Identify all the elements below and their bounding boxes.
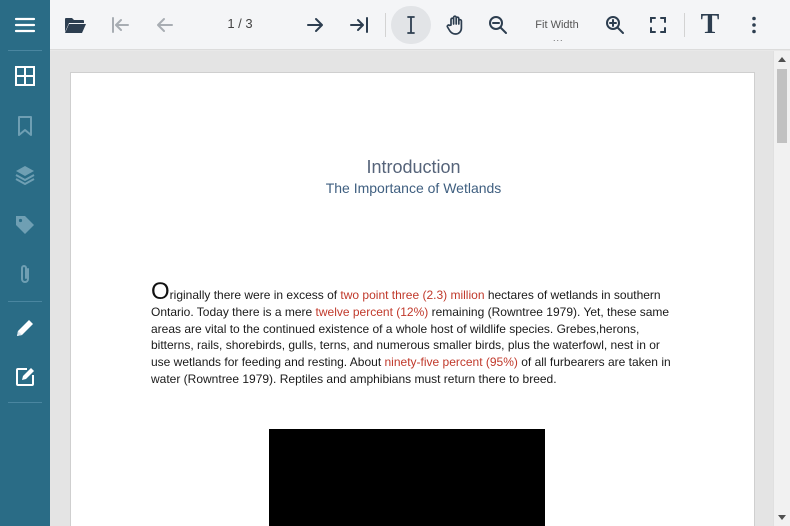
toolbar: 1 / 3 Fit Width ... T [50,0,790,50]
previous-page-icon [157,18,173,32]
drop-cap: O [151,278,170,305]
first-page-icon [112,17,129,33]
highlighted-text: two point three (2.3) million [340,288,485,302]
highlighted-text: twelve percent (12%) [315,304,429,319]
sidebar [0,0,50,526]
text-cursor-icon [407,16,415,34]
previous-page-button[interactable] [150,6,180,44]
pen-icon [17,320,33,336]
thumbnails-button[interactable] [0,53,50,99]
scroll-down-arrow[interactable] [778,515,786,520]
edit-button[interactable] [0,354,50,400]
zoom-level-select[interactable]: Fit Width [528,19,586,31]
paragraph-text: riginally there were in excess of [169,288,341,302]
highlighted-text: ninety-five percent (95%) [384,355,518,370]
zoom-dropdown-indicator: ... [553,33,564,43]
text-tool-icon: T [700,9,720,40]
text-select-tool-button[interactable] [391,6,431,44]
next-page-button[interactable] [300,6,330,44]
first-page-button[interactable] [105,6,135,44]
zoom-in-icon [606,16,624,34]
next-page-icon [307,18,323,32]
embedded-image [269,429,545,526]
last-page-button[interactable] [344,6,374,44]
tags-button[interactable] [0,202,50,248]
folder-open-icon [65,18,86,33]
sidebar-divider [8,402,42,403]
menu-button[interactable] [0,2,50,48]
fullscreen-button[interactable] [643,6,673,44]
toolbar-divider [684,13,685,37]
toolbar-divider [385,13,386,37]
edit-icon [16,368,34,386]
document-viewer[interactable]: Introduction The Importance of Wetlands … [50,51,790,526]
zoom-in-button[interactable] [600,6,630,44]
bookmark-icon [18,116,32,136]
attachments-button[interactable] [0,252,50,298]
hand-icon [446,15,463,35]
zoom-out-button[interactable] [483,6,513,44]
document-page[interactable]: Introduction The Importance of Wetlands … [70,72,755,526]
text-tool-button[interactable]: T [693,6,727,44]
annotate-button[interactable] [0,305,50,351]
open-file-button[interactable] [60,6,90,44]
vertical-scrollbar[interactable] [773,51,790,526]
last-page-icon [350,17,368,33]
page-title: Introduction [366,157,461,177]
sidebar-divider [8,301,42,302]
layers-button[interactable] [0,152,50,198]
layers-icon [15,166,35,185]
pan-tool-button[interactable] [441,6,471,44]
menu-icon [14,17,36,33]
attachment-icon [21,265,29,283]
page-indicator[interactable]: 1 / 3 [220,16,260,31]
more-options-button[interactable] [742,6,766,44]
thumbnails-icon [15,66,35,86]
scroll-up-arrow[interactable] [778,57,786,62]
more-vertical-icon [752,16,756,34]
zoom-out-icon [489,16,507,34]
fullscreen-icon [650,17,666,33]
scrollbar-thumb[interactable] [777,69,787,143]
bookmarks-button[interactable] [0,103,50,149]
page-subtitle: The Importance of Wetlands [325,180,502,196]
body-paragraph: Originally there were in excess of two p… [151,280,676,388]
tag-icon [16,216,34,234]
sidebar-divider [8,50,42,51]
